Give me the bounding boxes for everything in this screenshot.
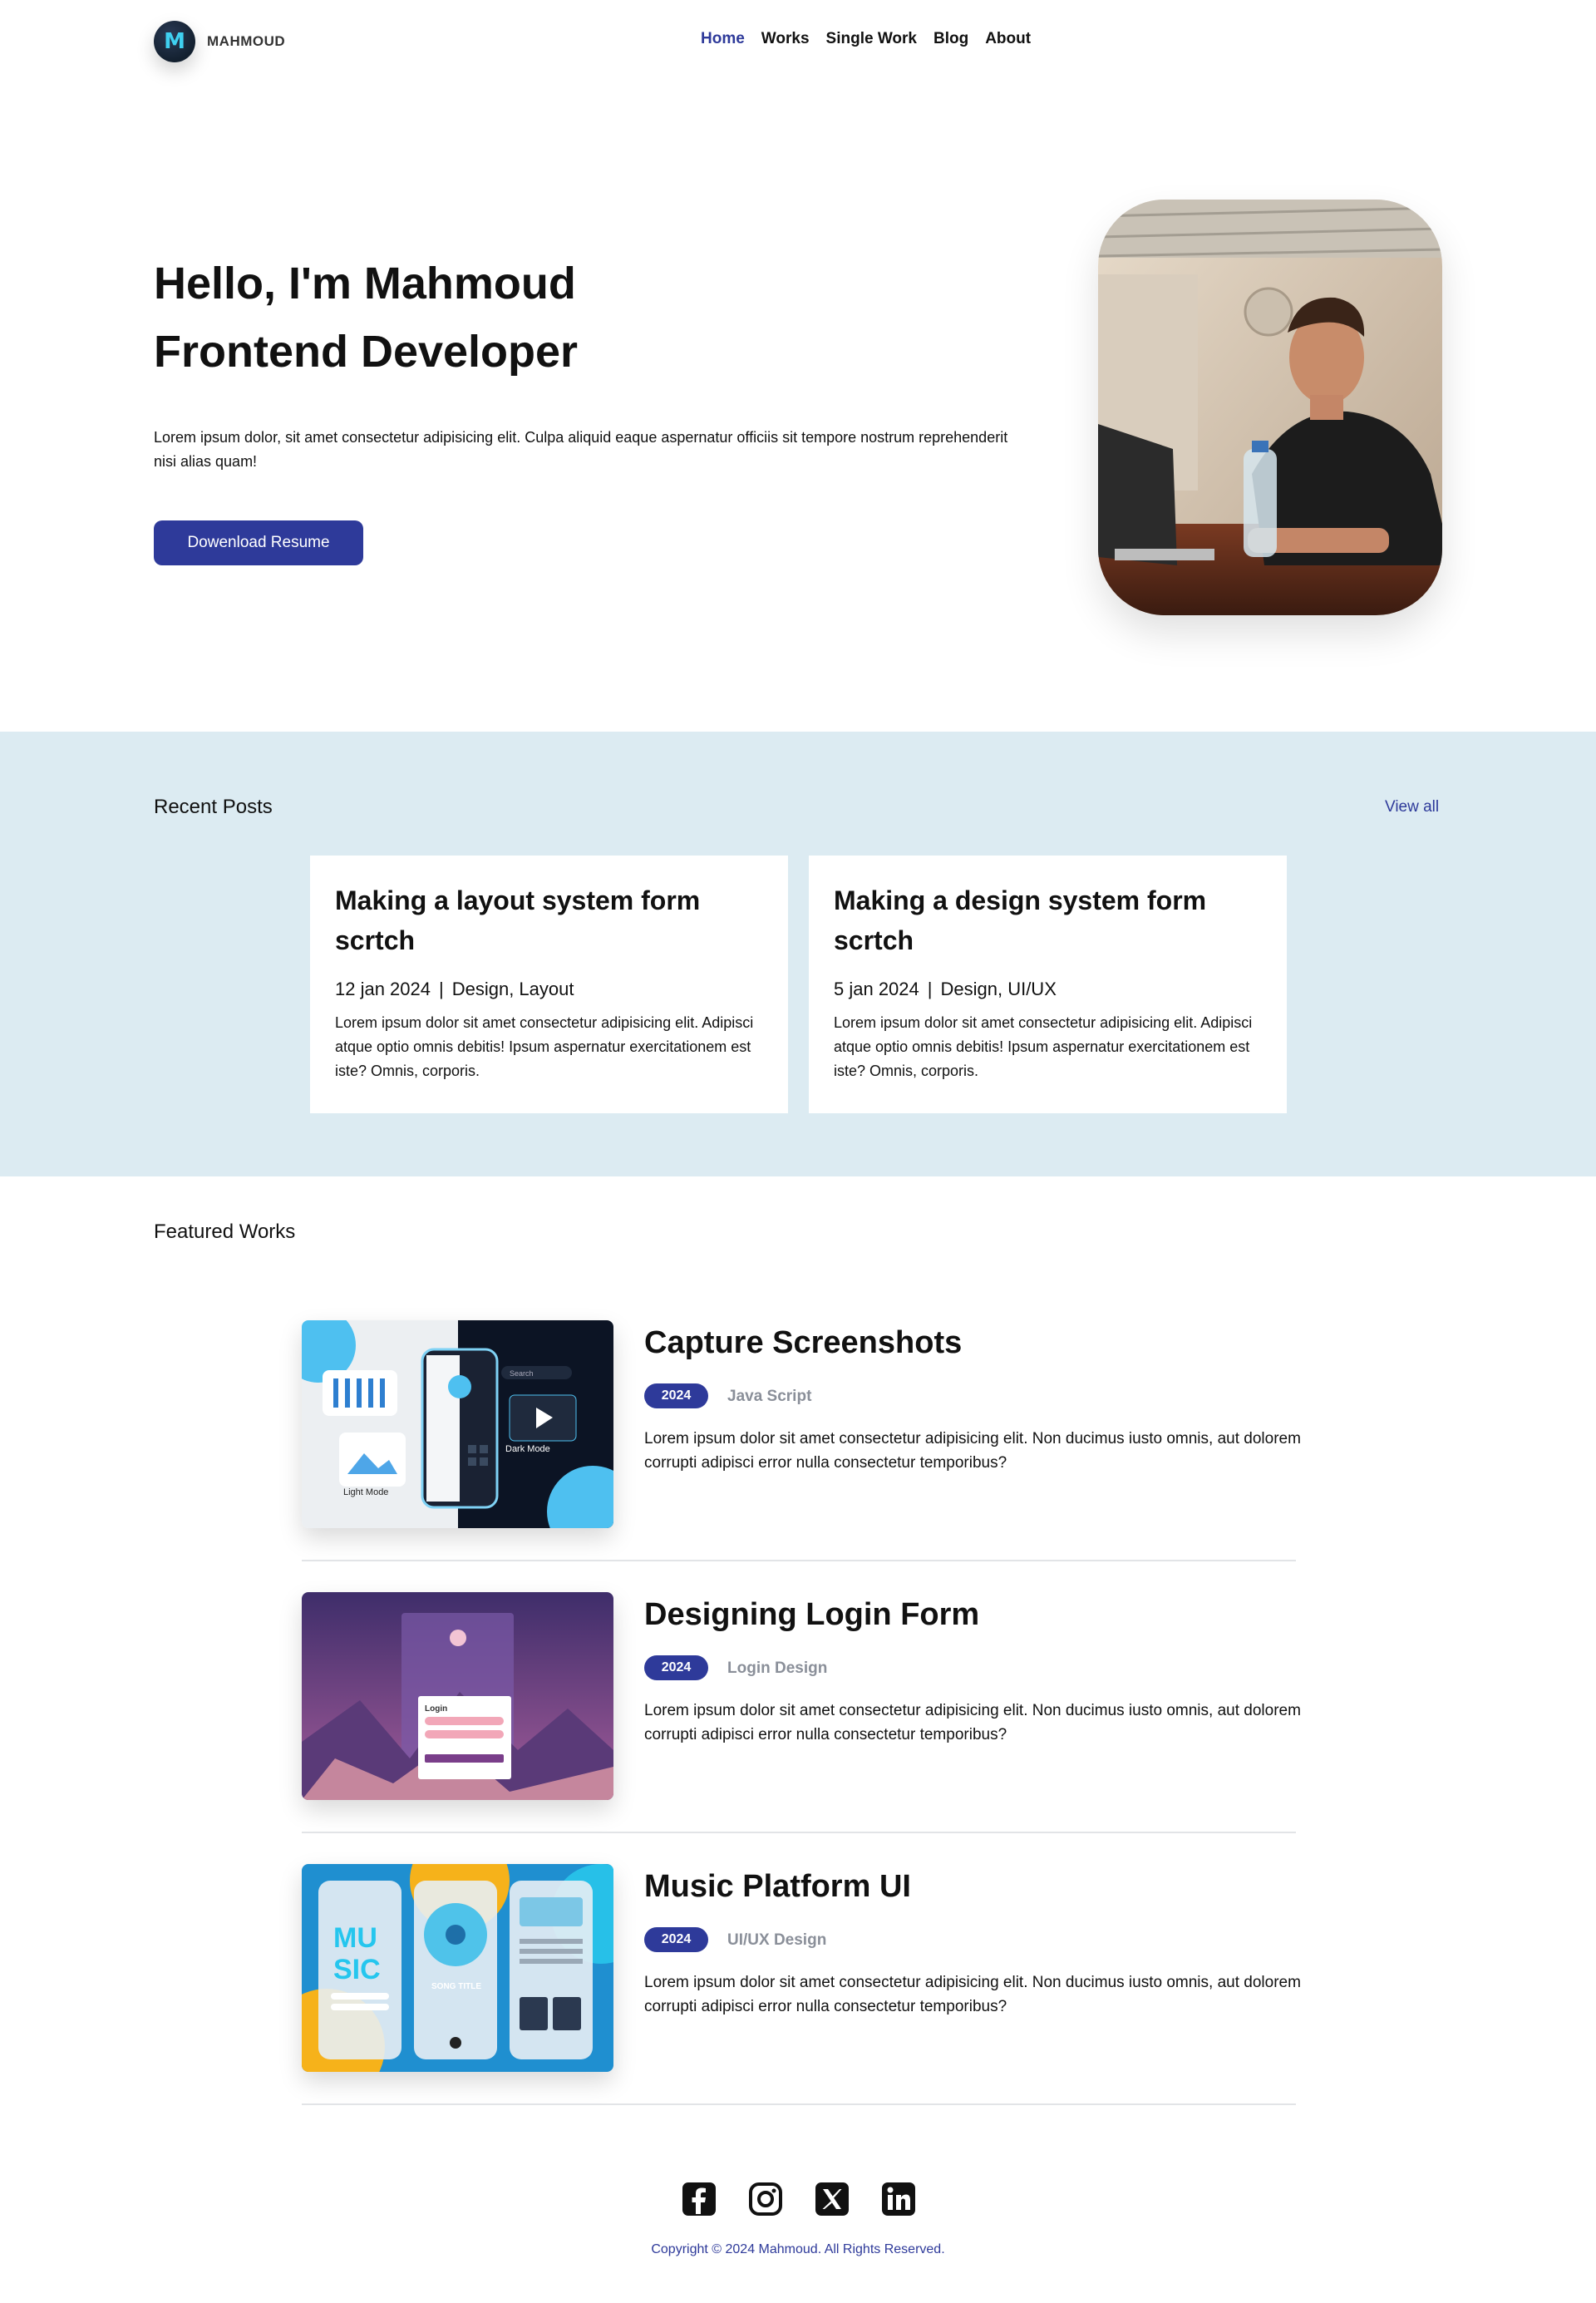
screenshots-thumbnail-art: Light Mode Search Dark Mode [302,1320,613,1528]
work-title[interactable]: Music Platform UI [644,1869,911,1905]
logo-letter: M [164,29,185,54]
work-category: Java Script [727,1388,812,1405]
top-nav: M MAHMOUD Home Works Single Work Blog Ab… [0,0,1596,83]
work-thumbnail[interactable]: Light Mode Search Dark Mode [302,1320,613,1528]
work-thumbnail[interactable]: Login [302,1592,613,1800]
post-date: 12 jan 2024 [335,979,431,999]
post-card[interactable]: Making a design system form scrtch 5 jan… [809,856,1287,1113]
hero-title: Hello, I'm Mahmoud Frontend Developer [154,249,578,386]
hero-description: Lorem ipsum dolor, sit amet consectetur … [154,429,1008,470]
thumb-song-title: SONG TITLE [431,1982,481,1991]
hero-title-line2: Frontend Developer [154,327,579,377]
brand-name: MAHMOUD [207,33,286,49]
facebook-icon[interactable] [680,2180,718,2218]
divider [302,1832,1296,1833]
work-year-badge: 2024 [644,1655,708,1680]
work-title[interactable]: Designing Login Form [644,1597,979,1633]
thumb-music-word-1: MU [333,1922,377,1954]
thumb-label-dark-mode: Dark Mode [505,1444,550,1454]
work-item: Light Mode Search Dark Mode Capture Scre… [302,1320,1301,1593]
nav-link-home[interactable]: Home [701,30,745,48]
logo-icon: M [154,21,195,62]
work-item: MU SIC SONG TITLE Music Platform UI 2024… [302,1864,1301,2137]
hero-title-line1: Hello, I'm Mahmoud [154,259,576,308]
logo[interactable]: M MAHMOUD [154,21,285,62]
instagram-icon[interactable] [746,2180,785,2218]
post-excerpt: Lorem ipsum dolor sit amet consectetur a… [335,1014,754,1079]
x-icon[interactable] [813,2180,851,2218]
work-category: Login Design [727,1659,828,1677]
nav-link-works[interactable]: Works [761,30,810,48]
main-menu: Home Works Single Work Blog About [701,30,1031,48]
work-year-badge: 2024 [644,1383,708,1408]
post-card[interactable]: Making a layout system form scrtch 12 ja… [310,856,788,1113]
work-item: Login Designing Login Form 2024 Login De… [302,1592,1301,1865]
nav-link-blog[interactable]: Blog [933,30,968,48]
work-year-badge: 2024 [644,1927,708,1952]
post-date: 5 jan 2024 [834,979,919,999]
post-tags: Design, UI/UX [940,979,1057,999]
login-thumbnail-art: Login [302,1592,613,1800]
post-meta-separator: | [927,979,933,999]
thumb-login-heading: Login [425,1704,447,1714]
post-title[interactable]: Making a design system form scrtch [834,880,1262,960]
divider [302,1560,1296,1561]
post-excerpt: Lorem ipsum dolor sit amet consectetur a… [834,1014,1253,1079]
post-title[interactable]: Making a layout system form scrtch [335,880,763,960]
divider [302,2103,1296,2105]
nav-link-about[interactable]: About [985,30,1031,48]
thumb-music-word-2: SIC [333,1954,381,1985]
featured-works-heading: Featured Works [154,1221,296,1243]
download-resume-button[interactable]: Dowenload Resume [154,520,363,565]
profile-photo-illustration [1098,200,1442,615]
linkedin-icon[interactable] [879,2180,918,2218]
post-meta-separator: | [439,979,444,999]
thumb-search-text: Search [510,1369,534,1378]
work-description: Lorem ipsum dolor sit amet consectetur a… [644,1702,1301,1743]
work-title[interactable]: Capture Screenshots [644,1325,962,1361]
work-description: Lorem ipsum dolor sit amet consectetur a… [644,1430,1301,1472]
music-thumbnail-art: MU SIC SONG TITLE [302,1864,613,2072]
thumb-label-light-mode: Light Mode [343,1487,388,1497]
work-description: Lorem ipsum dolor sit amet consectetur a… [644,1974,1301,2015]
work-thumbnail[interactable]: MU SIC SONG TITLE [302,1864,613,2072]
social-links [680,2180,918,2218]
post-meta: 12 jan 2024 | Design, Layout [335,979,763,1000]
view-all-link[interactable]: View all [1385,798,1439,816]
post-meta: 5 jan 2024 | Design, UI/UX [834,979,1262,1000]
nav-link-single-work[interactable]: Single Work [826,30,917,48]
recent-posts-heading: Recent Posts [154,796,273,818]
work-category: UI/UX Design [727,1931,827,1949]
profile-photo [1098,200,1442,615]
copyright-text: Copyright © 2024 Mahmoud. All Rights Res… [651,2242,945,2256]
post-tags: Design, Layout [451,979,574,999]
